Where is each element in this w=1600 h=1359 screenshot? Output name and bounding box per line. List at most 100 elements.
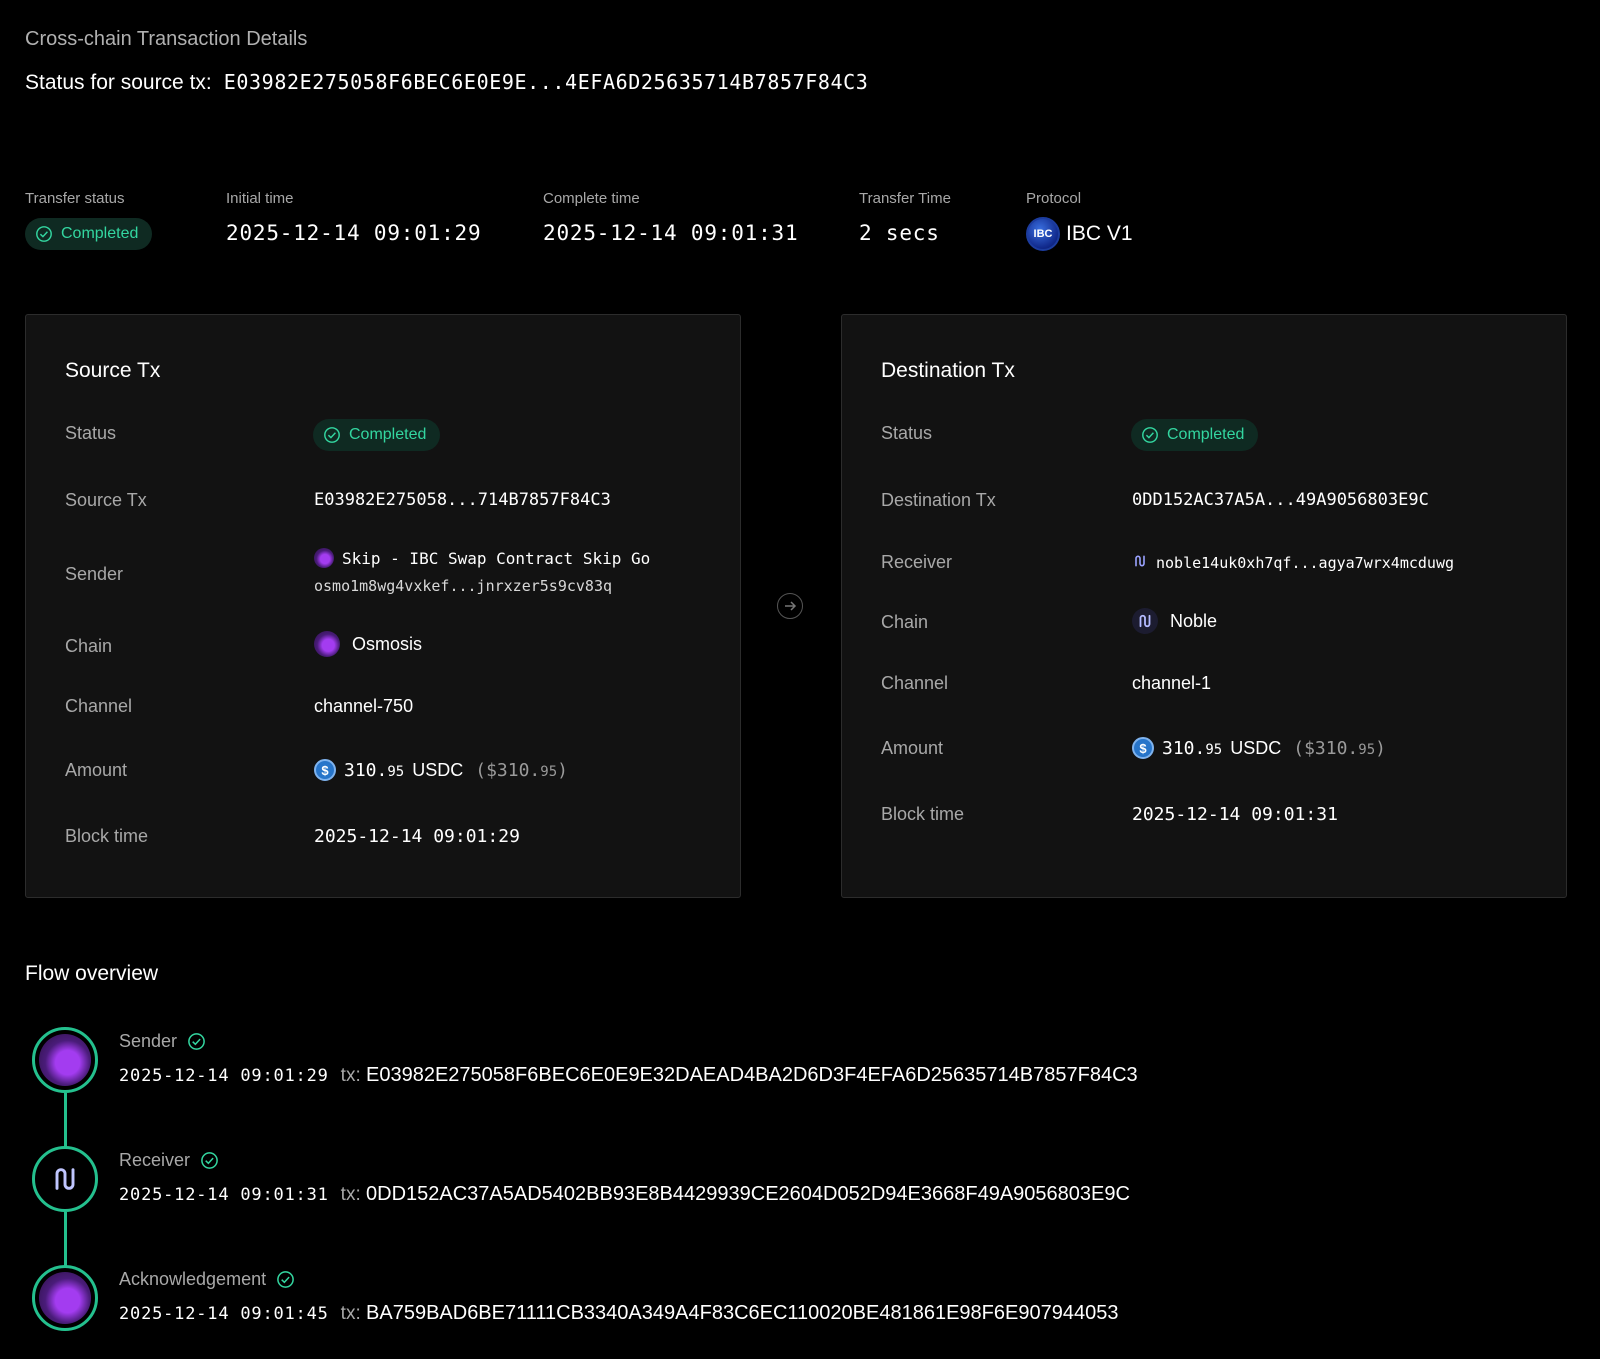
destination-amount-row: $ 310.95 USDC ($310.95) [1132,737,1386,759]
source-amount-token: USDC [412,759,464,780]
source-chain-label: Chain [65,636,113,656]
destination-chain-value: Noble [1170,610,1218,631]
source-tx-hash[interactable]: E03982E275058F6BEC6E0E9E...4EFA6D2563571… [224,70,869,94]
destination-chain-row: Noble [1132,608,1217,634]
flow-step-receiver-label: Receiver [119,1150,219,1171]
flow-step-sender-label: Sender [119,1031,206,1052]
check-circle-icon [201,1152,218,1169]
transfer-status-section: Transfer status Completed [25,190,153,250]
flow-step-acknowledgement-node [32,1265,98,1331]
destination-amount-usd-open: ($310. [1293,737,1359,759]
flow-step-time: 2025-12-14 09:01:45 [119,1304,329,1324]
usdc-icon: $ [1132,737,1154,759]
noble-icon [1132,553,1148,573]
source-amount-usd-dec: 95 [540,763,558,780]
destination-channel-value: channel-1 [1132,673,1212,693]
transfer-status-label: Transfer status [25,190,125,207]
sender-label: Sender [65,564,124,584]
source-block-time-value: 2025-12-14 09:01:29 [314,826,520,847]
page-title: Status for source tx: E03982E275058F6BEC… [25,70,868,95]
destination-tx-card: Destination Tx Status Completed Destinat… [841,314,1567,898]
source-amount-int: 310. [344,759,388,781]
source-chain-value: Osmosis [352,633,423,654]
destination-block-time-value: 2025-12-14 09:01:31 [1132,804,1338,825]
usdc-icon: $ [314,759,336,781]
source-status-badge: Completed [313,419,441,451]
sender-name-row[interactable]: Skip - IBC Swap Contract Skip Go [314,548,650,568]
check-circle-icon [188,1033,205,1050]
source-channel-label: Channel [65,696,133,716]
flow-step-acknowledgement-detail: 2025-12-14 09:01:45 tx: BA759BAD6BE71111… [119,1302,1118,1325]
check-circle-icon [277,1271,294,1288]
destination-tx-value[interactable]: 0DD152AC37A5A...49A9056803E9C [1132,490,1429,510]
transfer-status-badge: Completed [25,218,153,250]
source-chain-row: Osmosis [314,631,422,657]
source-tx-value[interactable]: E03982E275058...714B7857F84C3 [314,490,611,510]
transfer-time-section: Transfer Time 2 secs [859,190,951,245]
destination-block-time-label: Block time [881,804,965,824]
flow-step-receiver-node [32,1146,98,1212]
transfer-status-text: Completed [61,225,139,242]
flow-step-tx-label: tx: [340,1303,361,1324]
source-block-time-label: Block time [65,826,149,846]
source-status-text: Completed [349,426,427,443]
destination-amount-usd-close: ) [1375,737,1386,759]
ibc-logo-icon: IBC [1026,217,1060,251]
page-title-prefix: Status for source tx: [25,71,212,94]
source-card-title: Source Tx [65,359,161,382]
source-amount-label: Amount [65,760,128,780]
destination-amount-dec: 95 [1205,741,1223,758]
source-amount-usd-open: ($310. [475,759,541,781]
flow-step-tx-hash[interactable]: BA759BAD6BE71111CB3340A349A4F83C6EC11002… [366,1302,1118,1324]
osmosis-icon [39,1272,91,1324]
destination-channel-label: Channel [881,673,949,693]
receiver-address: noble14uk0xh7qf...agya7wrx4mcduwg [1156,554,1455,572]
sender-name: Skip - IBC Swap Contract Skip Go [342,548,651,568]
flow-step-sender-detail: 2025-12-14 09:01:29 tx: E03982E275058F6B… [119,1064,1138,1087]
protocol-value: IBC V1 [1066,222,1133,245]
source-amount-row: $ 310.95 USDC ($310.95) [314,759,568,781]
flow-step-acknowledgement-label: Acknowledgement [119,1269,295,1290]
source-tx-label: Source Tx [65,490,147,510]
flow-step-sender-node [32,1027,98,1093]
destination-status-label: Status [881,423,933,443]
flow-step-time: 2025-12-14 09:01:31 [119,1185,329,1205]
protocol-label: Protocol [1026,190,1082,207]
flow-step-tx-hash[interactable]: E03982E275058F6BEC6E0E9E32DAEAD4BA2D6D3F… [366,1064,1138,1086]
destination-amount-label: Amount [881,738,944,758]
flow-overview-title: Flow overview [25,962,159,985]
noble-icon [39,1153,91,1205]
flow-step-tx-label: tx: [340,1065,361,1086]
flow-step-time: 2025-12-14 09:01:29 [119,1066,329,1086]
initial-time-section: Initial time 2025-12-14 09:01:29 [226,190,481,245]
source-amount-usd-close: ) [557,759,568,781]
osmosis-icon [39,1034,91,1086]
initial-time-label: Initial time [226,190,294,207]
noble-icon [1132,608,1158,634]
transfer-time-value: 2 secs [859,221,940,245]
flow-step-tx-hash[interactable]: 0DD152AC37A5AD5402BB93E8B4429939CE2604D0… [366,1183,1130,1205]
flow-connector [64,1212,67,1268]
page-subtitle: Cross-chain Transaction Details [25,28,308,50]
complete-time-section: Complete time 2025-12-14 09:01:31 [543,190,798,245]
destination-status-badge: Completed [1131,419,1259,451]
flow-connector [64,1093,67,1149]
initial-time-value: 2025-12-14 09:01:29 [226,221,482,245]
source-status-label: Status [65,423,117,443]
flow-step-receiver-detail: 2025-12-14 09:01:31 tx: 0DD152AC37A5AD54… [119,1183,1130,1206]
receiver-label: Receiver [881,552,953,572]
destination-status-text: Completed [1167,426,1245,443]
destination-amount-int: 310. [1162,737,1206,759]
transfer-time-label: Transfer Time [859,190,951,207]
destination-amount-token: USDC [1230,737,1282,758]
protocol-section: Protocol IBC IBC V1 [1026,190,1133,251]
arrow-right-icon [777,593,803,619]
check-circle-icon [1142,427,1158,443]
osmosis-icon [314,631,340,657]
receiver-row[interactable]: noble14uk0xh7qf...agya7wrx4mcduwg [1132,553,1454,573]
destination-amount-usd-dec: 95 [1358,741,1376,758]
sender-address[interactable]: osmo1m8wg4vxkef...jnrxzer5s9cv83q [314,577,612,595]
flow-step-tx-label: tx: [340,1184,361,1205]
source-amount-dec: 95 [387,763,405,780]
source-tx-card: Source Tx Status Completed Source Tx E03… [25,314,741,898]
